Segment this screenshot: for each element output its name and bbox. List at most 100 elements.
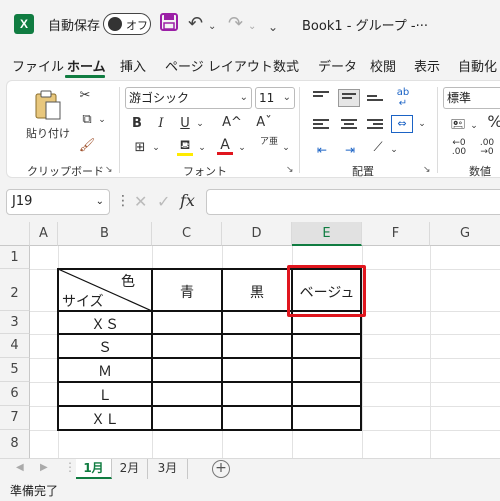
- formula-input[interactable]: [206, 189, 500, 215]
- select-all-corner[interactable]: [0, 222, 30, 246]
- customize-toolbar-icon[interactable]: ⌄: [268, 16, 278, 38]
- next-sheet-icon[interactable]: ▶: [40, 462, 48, 473]
- phonetic-guide-button[interactable]: ア亜: [257, 137, 281, 147]
- size-cell-m[interactable]: Ｍ: [58, 361, 152, 381]
- font-name-dropdown[interactable]: 游ゴシック ⌄: [125, 87, 252, 109]
- font-color-dropdown-icon[interactable]: ⌄: [237, 139, 247, 157]
- phonetic-dropdown-icon[interactable]: ⌄: [281, 139, 291, 157]
- sheet-tab-mar[interactable]: 3月: [148, 459, 188, 479]
- font-group-label: フォント: [183, 165, 227, 178]
- tab-file[interactable]: ファイル: [12, 56, 64, 75]
- align-bottom-icon[interactable]: [367, 95, 383, 109]
- add-sheet-icon[interactable]: +: [212, 460, 230, 478]
- prev-sheet-icon[interactable]: ◀: [16, 462, 24, 473]
- orientation-icon[interactable]: ⟋: [367, 139, 389, 157]
- underline-button[interactable]: U: [177, 115, 193, 133]
- align-left-icon[interactable]: [313, 119, 329, 133]
- align-right-icon[interactable]: [367, 119, 383, 133]
- clipboard-launcher-icon[interactable]: ↘: [105, 165, 113, 175]
- number-format-dropdown[interactable]: 標準: [443, 87, 500, 109]
- sheet-tab-feb[interactable]: 2月: [112, 459, 148, 479]
- font-size-dropdown[interactable]: 11 ⌄: [255, 87, 295, 109]
- orientation-dropdown-icon[interactable]: ⌄: [389, 141, 399, 159]
- align-center-icon[interactable]: [341, 119, 357, 133]
- row-header-7[interactable]: 7: [0, 406, 30, 430]
- accounting-dropdown-icon[interactable]: ⌄: [469, 117, 479, 135]
- tab-insert[interactable]: 挿入: [120, 56, 146, 75]
- tab-home[interactable]: ホーム: [67, 56, 106, 75]
- tab-automate[interactable]: 自動化: [458, 56, 497, 75]
- size-cell-xs[interactable]: ＸＳ: [58, 314, 152, 334]
- size-cell-xl[interactable]: ＸＬ: [58, 409, 152, 429]
- column-header-a[interactable]: A: [30, 222, 58, 246]
- decrease-decimal-icon[interactable]: .00 →0: [475, 139, 499, 157]
- fill-color-icon[interactable]: ⛾: [175, 137, 195, 156]
- borders-dropdown-icon[interactable]: ⌄: [151, 139, 161, 157]
- merge-dropdown-icon[interactable]: ⌄: [417, 115, 427, 133]
- align-middle-icon[interactable]: [338, 89, 360, 107]
- cancel-icon[interactable]: ✕: [134, 192, 147, 211]
- redo-dropdown-icon[interactable]: ⌄: [248, 16, 256, 38]
- increase-indent-icon[interactable]: ⇥: [341, 141, 359, 159]
- format-painter-icon[interactable]: 🖌: [77, 137, 97, 155]
- alignment-launcher-icon[interactable]: ↘: [423, 165, 431, 175]
- font-color-button[interactable]: A: [215, 136, 235, 155]
- column-header-c[interactable]: C: [152, 222, 222, 246]
- column-header-b[interactable]: B: [58, 222, 152, 246]
- merge-center-icon[interactable]: ⇔: [391, 115, 413, 133]
- more-options-icon[interactable]: ⋮: [116, 193, 130, 209]
- chevron-down-icon: ⌄: [239, 92, 248, 103]
- row-header-1[interactable]: 1: [0, 246, 30, 269]
- undo-icon[interactable]: ↶: [188, 13, 203, 35]
- column-header-d[interactable]: D: [222, 222, 292, 246]
- header-cell-black[interactable]: 黒: [222, 282, 292, 302]
- sheet-more-icon[interactable]: ⋮: [64, 460, 76, 474]
- tab-view[interactable]: 表示: [414, 56, 440, 75]
- status-bar: 準備完了: [0, 480, 500, 501]
- size-cell-s[interactable]: Ｓ: [58, 337, 152, 357]
- undo-dropdown-icon[interactable]: ⌄: [208, 16, 216, 38]
- number-group-label: 数値: [469, 165, 491, 178]
- column-header-g[interactable]: G: [430, 222, 500, 246]
- autosave-toggle[interactable]: オフ: [103, 13, 151, 35]
- tab-page-layout[interactable]: ページ レイアウト: [165, 56, 273, 75]
- copy-icon[interactable]: ⧉: [75, 111, 99, 129]
- column-header-e[interactable]: E: [292, 222, 362, 246]
- increase-decimal-icon[interactable]: ←0.00: [447, 139, 471, 157]
- enter-icon[interactable]: ✓: [157, 192, 170, 211]
- row-header-8[interactable]: 8: [0, 430, 30, 458]
- underline-dropdown-icon[interactable]: ⌄: [195, 115, 205, 133]
- fill-color-dropdown-icon[interactable]: ⌄: [197, 139, 207, 157]
- sheet-tab-jan[interactable]: 1月: [76, 459, 112, 479]
- column-header-f[interactable]: F: [362, 222, 430, 246]
- insert-function-button[interactable]: fx: [180, 191, 195, 210]
- copy-dropdown-icon[interactable]: ⌄: [97, 111, 107, 129]
- wrap-text-icon[interactable]: ab ↵: [392, 87, 414, 109]
- italic-button[interactable]: I: [153, 115, 169, 133]
- row-header-2[interactable]: 2: [0, 269, 30, 311]
- row-header-4[interactable]: 4: [0, 334, 30, 358]
- size-cell-l[interactable]: Ｌ: [58, 385, 152, 405]
- borders-icon[interactable]: ⊞: [129, 139, 151, 157]
- font-launcher-icon[interactable]: ↘: [286, 165, 294, 175]
- header-cell-blue[interactable]: 青: [152, 282, 222, 302]
- row-header-5[interactable]: 5: [0, 358, 30, 382]
- shrink-font-button[interactable]: Aˇ: [253, 114, 275, 132]
- name-box[interactable]: J19 ⌄: [6, 189, 110, 215]
- decrease-indent-icon[interactable]: ⇤: [313, 141, 331, 159]
- align-top-icon[interactable]: [313, 91, 329, 105]
- row-header-6[interactable]: 6: [0, 382, 30, 406]
- grow-font-button[interactable]: A^: [221, 114, 243, 132]
- cut-icon[interactable]: ✂: [75, 87, 95, 105]
- paste-button[interactable]: 貼り付け: [23, 89, 73, 143]
- tab-data[interactable]: データ: [318, 56, 357, 75]
- accounting-format-icon[interactable]: 🖭: [447, 115, 469, 133]
- tab-review[interactable]: 校閲: [370, 56, 396, 75]
- row-header-3[interactable]: 3: [0, 311, 30, 334]
- tab-formulas[interactable]: 数式: [273, 56, 299, 75]
- percent-style-button[interactable]: %: [485, 113, 500, 131]
- ribbon-separator: [119, 87, 120, 173]
- redo-icon[interactable]: ↷: [228, 13, 243, 35]
- save-icon[interactable]: [160, 13, 178, 37]
- bold-button[interactable]: B: [129, 115, 145, 133]
